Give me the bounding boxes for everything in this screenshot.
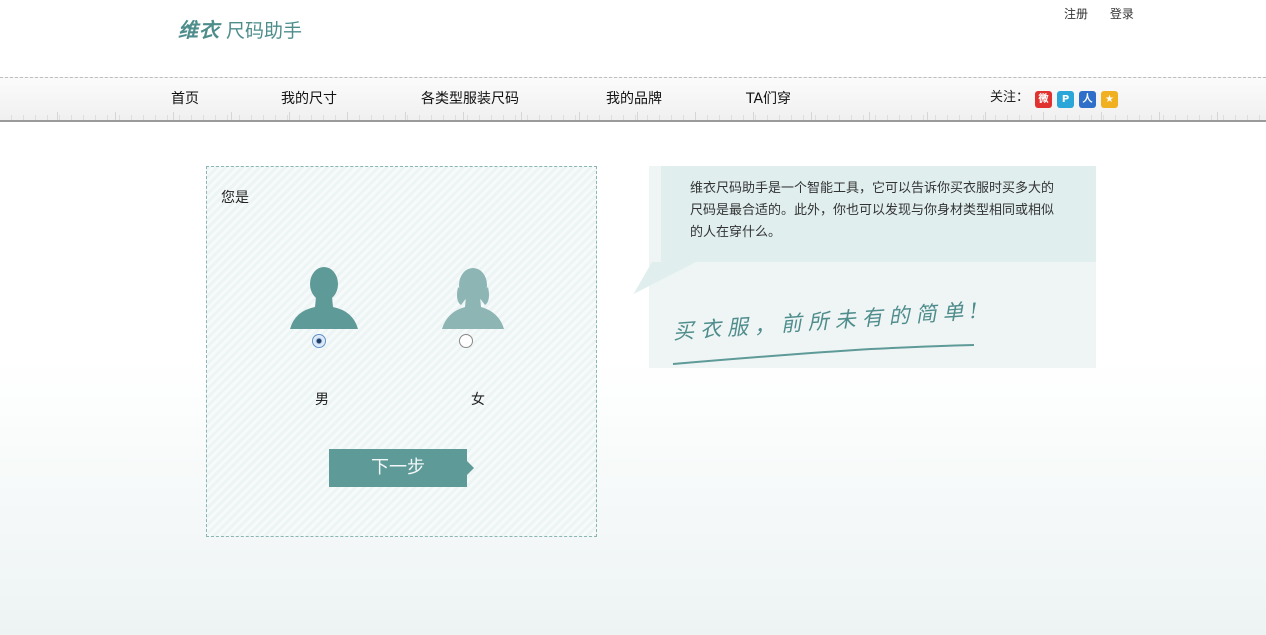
male-avatar-icon[interactable] xyxy=(289,267,359,329)
female-avatar-icon[interactable] xyxy=(441,267,505,329)
gender-question: 您是 xyxy=(221,190,249,206)
gender-selection-panel: 您是 男 女 下一步 xyxy=(206,166,597,537)
intro-text: 维衣尺码助手是一个智能工具，它可以告诉你买衣服时买多大的尺码是最合适的。此外，你… xyxy=(690,181,1055,240)
account-links: 注册 登录 xyxy=(1064,5,1152,22)
female-label: 女 xyxy=(471,392,485,408)
renren-icon[interactable]: 人 xyxy=(1079,91,1096,108)
nav-item-my-brands[interactable]: 我的品牌 xyxy=(606,88,662,108)
intro-block: 维衣尺码助手是一个智能工具，它可以告诉你买衣服时买多大的尺码是最合适的。此外，你… xyxy=(633,166,1096,368)
site-logo[interactable]: 维衣 尺码助手 xyxy=(178,14,302,46)
nav-item-what-they-wear[interactable]: TA们穿 xyxy=(746,88,791,108)
nav-item-my-size[interactable]: 我的尺寸 xyxy=(281,88,337,108)
intro-speech-bubble: 维衣尺码助手是一个智能工具，它可以告诉你买衣服时买多大的尺码是最合适的。此外，你… xyxy=(661,166,1096,262)
logo-script-text: 维衣 xyxy=(178,18,220,42)
speech-bubble-tail xyxy=(633,262,696,294)
login-link[interactable]: 登录 xyxy=(1110,7,1134,21)
nav-item-home[interactable]: 首页 xyxy=(171,88,199,108)
tencent-weibo-icon[interactable]: P xyxy=(1057,91,1074,108)
next-step-button[interactable]: 下一步 xyxy=(329,449,474,487)
female-radio[interactable] xyxy=(459,334,473,348)
weibo-icon[interactable]: 微 xyxy=(1035,91,1052,108)
nav-item-clothing-sizes[interactable]: 各类型服装尺码 xyxy=(421,88,519,108)
register-link[interactable]: 注册 xyxy=(1064,7,1088,21)
slogan-underline-stroke xyxy=(672,344,975,365)
male-label: 男 xyxy=(315,392,329,408)
follow-label: 关注： xyxy=(990,90,1030,105)
qzone-icon[interactable]: ★ xyxy=(1101,91,1118,108)
male-radio[interactable] xyxy=(312,334,326,348)
slogan-handwriting: 买衣服，前所未有的简单! xyxy=(672,298,985,344)
main-navbar: 首页 我的尺寸 各类型服装尺码 我的品牌 TA们穿 关注： 微 P 人 ★ xyxy=(0,77,1266,122)
logo-title: 尺码助手 xyxy=(226,20,303,42)
